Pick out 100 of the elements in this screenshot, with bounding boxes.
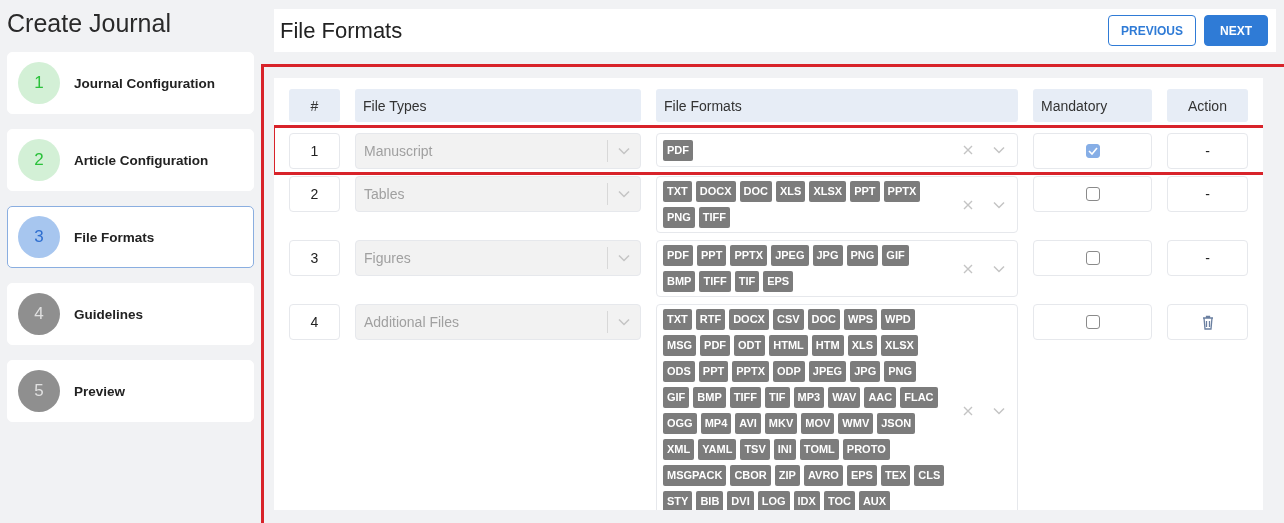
format-tag: MOV bbox=[801, 413, 835, 434]
action-text: - bbox=[1205, 143, 1210, 159]
format-tag: TSV bbox=[740, 439, 770, 460]
format-tag: TOML bbox=[799, 439, 839, 460]
step-item[interactable]: 5 Preview bbox=[7, 360, 254, 422]
file-formats-select[interactable] bbox=[656, 304, 1018, 510]
format-tag: EPS bbox=[763, 271, 794, 292]
format-tag: BIB bbox=[696, 491, 724, 510]
format-tag: PNG bbox=[663, 207, 695, 228]
chevron-down-icon bbox=[618, 147, 630, 155]
mandatory-checkbox[interactable] bbox=[1085, 187, 1100, 201]
format-tag: MKV bbox=[764, 413, 798, 434]
format-tag: MSG bbox=[663, 335, 697, 356]
action-text: - bbox=[1205, 250, 1210, 266]
format-tag: CBOR bbox=[730, 465, 771, 486]
format-tag: GIF bbox=[663, 387, 690, 408]
format-tag: XLSX bbox=[809, 181, 847, 202]
clear-icon[interactable] bbox=[963, 405, 973, 416]
format-tag: TOC bbox=[823, 491, 855, 510]
step-number: 3 bbox=[18, 216, 60, 258]
format-tag: EPS bbox=[846, 465, 877, 486]
row-number: 1 bbox=[289, 133, 340, 169]
format-tag: PROTO bbox=[842, 439, 890, 460]
format-tag: ODP bbox=[773, 361, 805, 382]
chevron-down-icon bbox=[618, 318, 630, 326]
format-tag: STY bbox=[663, 491, 693, 510]
file-type-select[interactable]: Tables bbox=[355, 176, 641, 212]
format-tag: INI bbox=[773, 439, 796, 460]
format-tag: XLS bbox=[847, 335, 878, 356]
format-tag: MP4 bbox=[700, 413, 732, 434]
step-number: 1 bbox=[18, 62, 60, 104]
chevron-down-icon[interactable] bbox=[993, 406, 1005, 415]
format-tag: ZIP bbox=[774, 465, 800, 486]
file-formats-select[interactable]: TXT DOCX DOC XLS XLSX PPT PPTX PNG TIFF bbox=[656, 176, 1018, 233]
step-label: File Formats bbox=[74, 229, 155, 245]
file-type-select[interactable]: Additional Files bbox=[355, 304, 641, 340]
step-item[interactable]: 2 Article Configuration bbox=[7, 129, 254, 191]
format-tag: TIFF bbox=[699, 271, 731, 292]
format-tag: CLS bbox=[914, 465, 945, 486]
format-tag: CSV bbox=[772, 309, 804, 330]
clear-icon[interactable] bbox=[963, 145, 973, 155]
file-type-select[interactable]: Manuscript bbox=[355, 133, 641, 169]
format-tag: JPEG bbox=[808, 361, 847, 382]
format-tag: JPG bbox=[850, 361, 881, 382]
step-item[interactable]: 1 Journal Configuration bbox=[7, 52, 254, 114]
chevron-down-icon[interactable] bbox=[993, 146, 1005, 154]
step-item[interactable]: 4 Guidelines bbox=[7, 283, 254, 345]
format-tag: MSGPACK bbox=[663, 465, 727, 486]
format-tag: PNG bbox=[846, 245, 879, 266]
mandatory-checkbox[interactable] bbox=[1085, 144, 1100, 158]
format-tag: JPEG bbox=[771, 245, 809, 266]
format-tag: GIF bbox=[882, 245, 909, 266]
action-text: - bbox=[1205, 186, 1210, 202]
format-tag: TIF bbox=[734, 271, 760, 292]
format-tag: PPT bbox=[697, 245, 727, 266]
format-tag: WAV bbox=[828, 387, 861, 408]
file-type-select[interactable]: Figures bbox=[355, 240, 641, 276]
format-tag: IDX bbox=[793, 491, 820, 510]
format-tag: PPTX bbox=[730, 245, 768, 266]
format-tag: PPT bbox=[850, 181, 880, 202]
chevron-down-icon bbox=[618, 190, 630, 198]
format-tag: PDF bbox=[700, 335, 731, 356]
format-tag: XML bbox=[663, 439, 695, 460]
next-button[interactable]: NEXT bbox=[1204, 15, 1268, 46]
column-header: Mandatory bbox=[1033, 89, 1152, 122]
clear-icon[interactable] bbox=[963, 199, 973, 210]
format-tag: JSON bbox=[877, 413, 916, 434]
step-label: Preview bbox=[74, 383, 126, 399]
step-number: 4 bbox=[18, 293, 60, 335]
section-title: File Formats bbox=[280, 17, 403, 44]
format-tag: DOCX bbox=[695, 181, 736, 202]
format-tag: JPG bbox=[812, 245, 843, 266]
format-tag: TXT bbox=[663, 309, 692, 330]
file-formats-select[interactable]: PDF PPT PPTX JPEG JPG PNG GIF BMP TIFF TIF EPS bbox=[656, 240, 1018, 297]
format-tag: TEX bbox=[880, 465, 911, 486]
chevron-down-icon[interactable] bbox=[993, 200, 1005, 209]
format-tag: PNG bbox=[884, 361, 917, 382]
mandatory-checkbox[interactable] bbox=[1085, 315, 1100, 329]
format-tag: XLS bbox=[776, 181, 806, 202]
format-tag: FLAC bbox=[900, 387, 938, 408]
file-formats-select[interactable]: PDF bbox=[656, 133, 1018, 167]
format-tag: BMP bbox=[663, 271, 696, 292]
previous-button[interactable]: PREVIOUS bbox=[1107, 15, 1196, 46]
format-tag: HTM bbox=[811, 335, 844, 356]
format-tag: TIFF bbox=[729, 387, 761, 408]
step-label: Article Configuration bbox=[74, 152, 209, 168]
format-tag: PDF bbox=[663, 245, 693, 266]
page-title: Create Journal bbox=[7, 8, 172, 38]
chevron-down-icon[interactable] bbox=[993, 264, 1005, 273]
trash-icon[interactable] bbox=[1201, 314, 1214, 330]
format-tag: WMV bbox=[838, 413, 874, 434]
step-label: Journal Configuration bbox=[74, 75, 215, 91]
step-item[interactable]: 3 File Formats bbox=[7, 206, 254, 268]
mandatory-checkbox[interactable] bbox=[1085, 251, 1100, 265]
clear-icon[interactable] bbox=[963, 263, 973, 274]
step-number: 2 bbox=[18, 139, 60, 181]
column-header: File Types bbox=[355, 89, 641, 122]
format-tag: HTML bbox=[769, 335, 808, 356]
format-tag: MP3 bbox=[793, 387, 825, 408]
row-number: 3 bbox=[289, 240, 340, 276]
